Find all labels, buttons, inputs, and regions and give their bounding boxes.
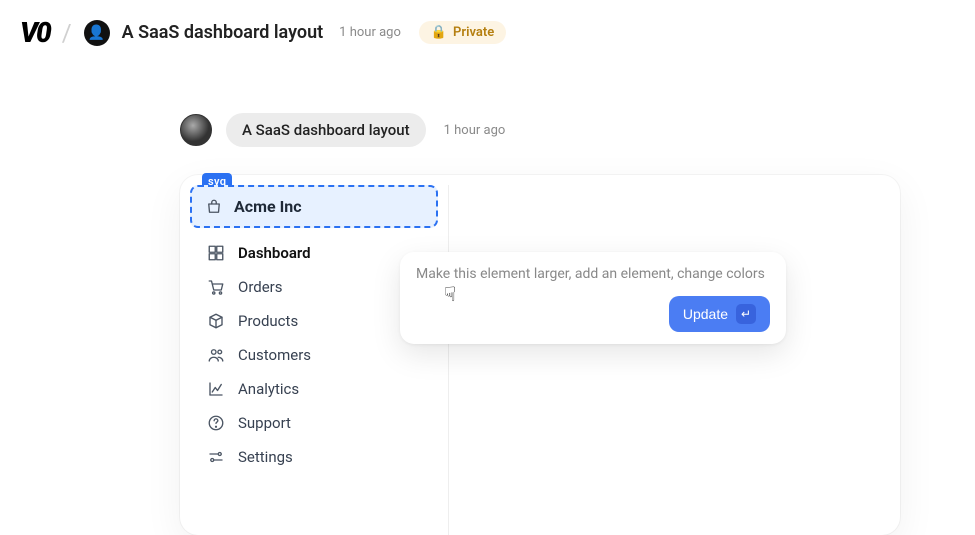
chart-icon [206, 380, 226, 398]
cart-icon [206, 278, 226, 296]
prompt-timestamp: 1 hour ago [444, 123, 506, 138]
nav-label: Settings [238, 448, 293, 466]
enter-key-icon: ↵ [736, 304, 756, 324]
breadcrumb-slash: / [62, 19, 72, 47]
user-avatar[interactable] [180, 114, 212, 146]
preview-canvas[interactable]: svg Acme Inc Dashboard Orders [180, 175, 900, 535]
users-icon [206, 346, 226, 364]
help-icon [206, 414, 226, 432]
project-title[interactable]: A SaaS dashboard layout [122, 22, 324, 43]
nav-label: Products [238, 312, 298, 330]
nav-label: Dashboard [238, 244, 311, 262]
visibility-badge[interactable]: 🔒 Private [419, 21, 506, 44]
update-label: Update [683, 306, 728, 322]
edit-input[interactable]: Make this element larger, add an element… [416, 266, 770, 282]
top-bar: V0 / 👤 A SaaS dashboard layout 1 hour ag… [0, 0, 975, 65]
company-switcher[interactable]: Acme Inc [190, 185, 438, 228]
project-avatar[interactable]: 👤 [84, 20, 110, 46]
company-name: Acme Inc [234, 197, 302, 216]
box-icon [206, 312, 226, 330]
edit-popover: Make this element larger, add an element… [400, 252, 786, 344]
project-timestamp: 1 hour ago [339, 25, 401, 40]
dashboard-icon [206, 244, 226, 262]
nav-item-support[interactable]: Support [196, 406, 438, 440]
prompt-bubble: A SaaS dashboard layout [226, 113, 426, 147]
lock-icon: 🔒 [431, 25, 447, 40]
content-separator [448, 185, 449, 535]
nav-label: Orders [238, 278, 283, 296]
prompt-row: A SaaS dashboard layout 1 hour ago [180, 113, 975, 147]
avatar-icon: 👤 [88, 25, 105, 41]
nav-label: Support [238, 414, 291, 432]
nav-item-customers[interactable]: Customers [196, 338, 438, 372]
nav-item-analytics[interactable]: Analytics [196, 372, 438, 406]
sliders-icon [206, 448, 226, 466]
nav-label: Analytics [238, 380, 299, 398]
bag-icon [204, 198, 224, 216]
visibility-label: Private [453, 25, 494, 40]
nav-item-settings[interactable]: Settings [196, 440, 438, 474]
update-button[interactable]: Update ↵ [669, 296, 770, 332]
nav-label: Customers [238, 346, 311, 364]
logo[interactable]: V0 [20, 16, 50, 49]
